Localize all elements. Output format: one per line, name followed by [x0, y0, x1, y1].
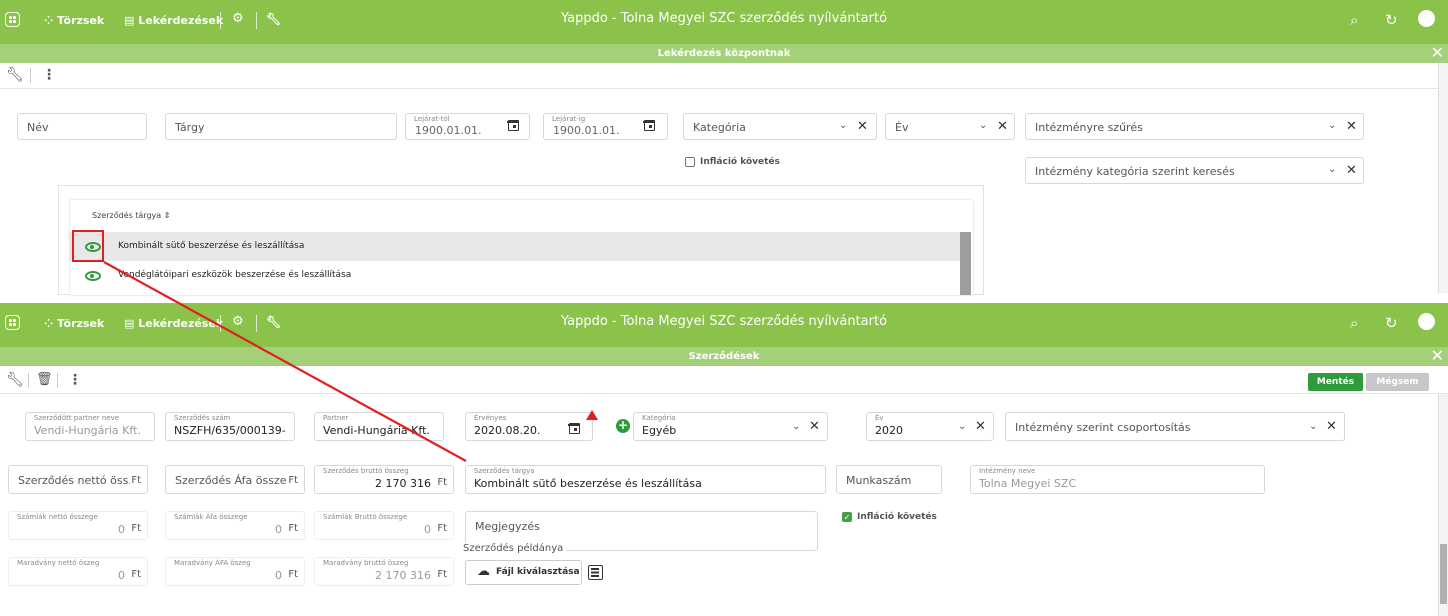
annotation-arrow — [103, 261, 467, 462]
